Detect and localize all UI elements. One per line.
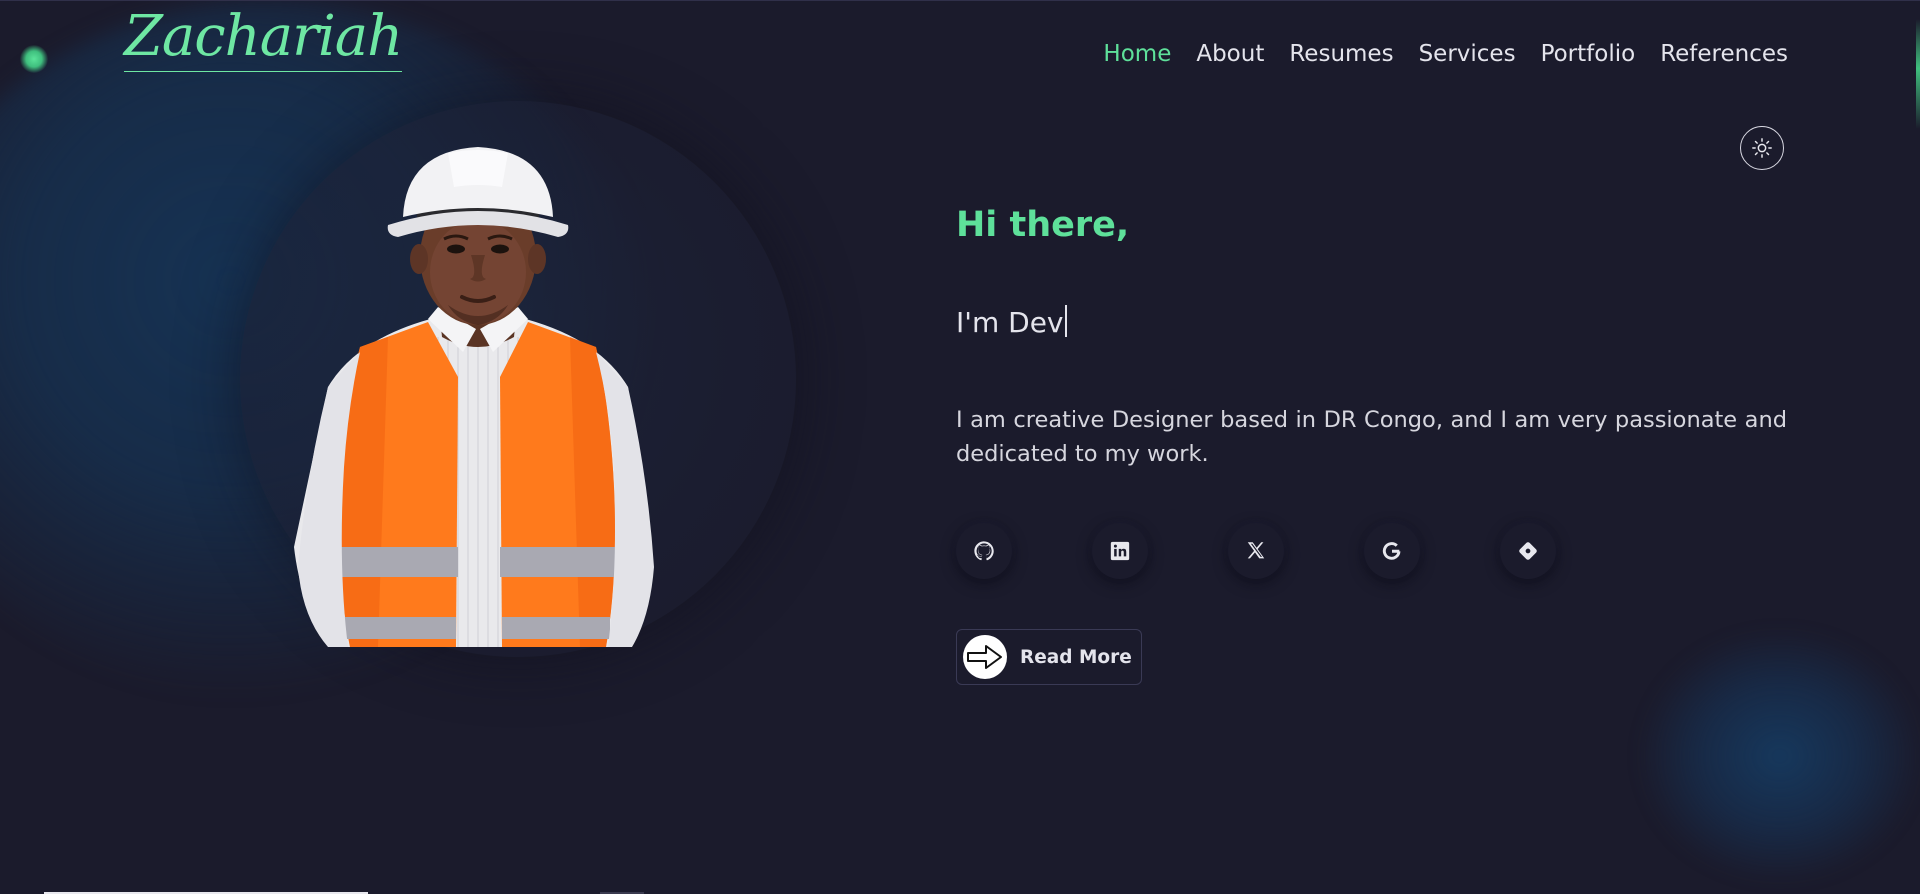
nav-item-services[interactable]: Services [1419,41,1516,67]
arrow-right-icon [963,635,1007,679]
nav-item-portfolio[interactable]: Portfolio [1541,41,1636,67]
decorative-green-dot [20,45,48,73]
page: Zachariah Home About Resumes Services Po… [0,0,1920,894]
social-link-github[interactable] [956,523,1012,579]
site-logo[interactable]: Zachariah [124,9,403,72]
read-more-button[interactable]: Read More [956,629,1142,685]
linkedin-icon [1110,541,1130,561]
hero-section: Hi there, I'm Dev I am creative Designer… [956,197,1787,685]
x-icon [1247,542,1265,559]
social-link-git[interactable] [1500,523,1556,579]
social-link-google[interactable] [1364,523,1420,579]
nav-item-references[interactable]: References [1660,41,1788,67]
social-link-linkedin[interactable] [1092,523,1148,579]
hero-greeting: Hi there, [956,205,1130,245]
github-icon [974,541,994,561]
profile-photo [294,147,654,647]
social-links [956,523,1787,579]
hero-bio: I am creative Designer based in DR Congo… [956,407,1787,467]
typing-caret [1064,305,1067,337]
main-nav: Home About Resumes Services Portfolio Re… [1103,41,1788,67]
scroll-indicator [1916,19,1920,129]
sun-icon [1752,138,1772,158]
nav-item-resumes[interactable]: Resumes [1289,41,1393,67]
social-link-x[interactable] [1228,523,1284,579]
git-icon [1519,542,1537,560]
theme-toggle-button[interactable] [1740,126,1784,170]
nav-item-about[interactable]: About [1196,41,1264,67]
nav-item-home[interactable]: Home [1103,41,1171,67]
google-icon [1382,542,1401,560]
hero-typed-line: I'm Dev [956,301,1787,345]
typed-text: I'm Dev [956,306,1064,339]
read-more-label: Read More [1020,646,1132,668]
